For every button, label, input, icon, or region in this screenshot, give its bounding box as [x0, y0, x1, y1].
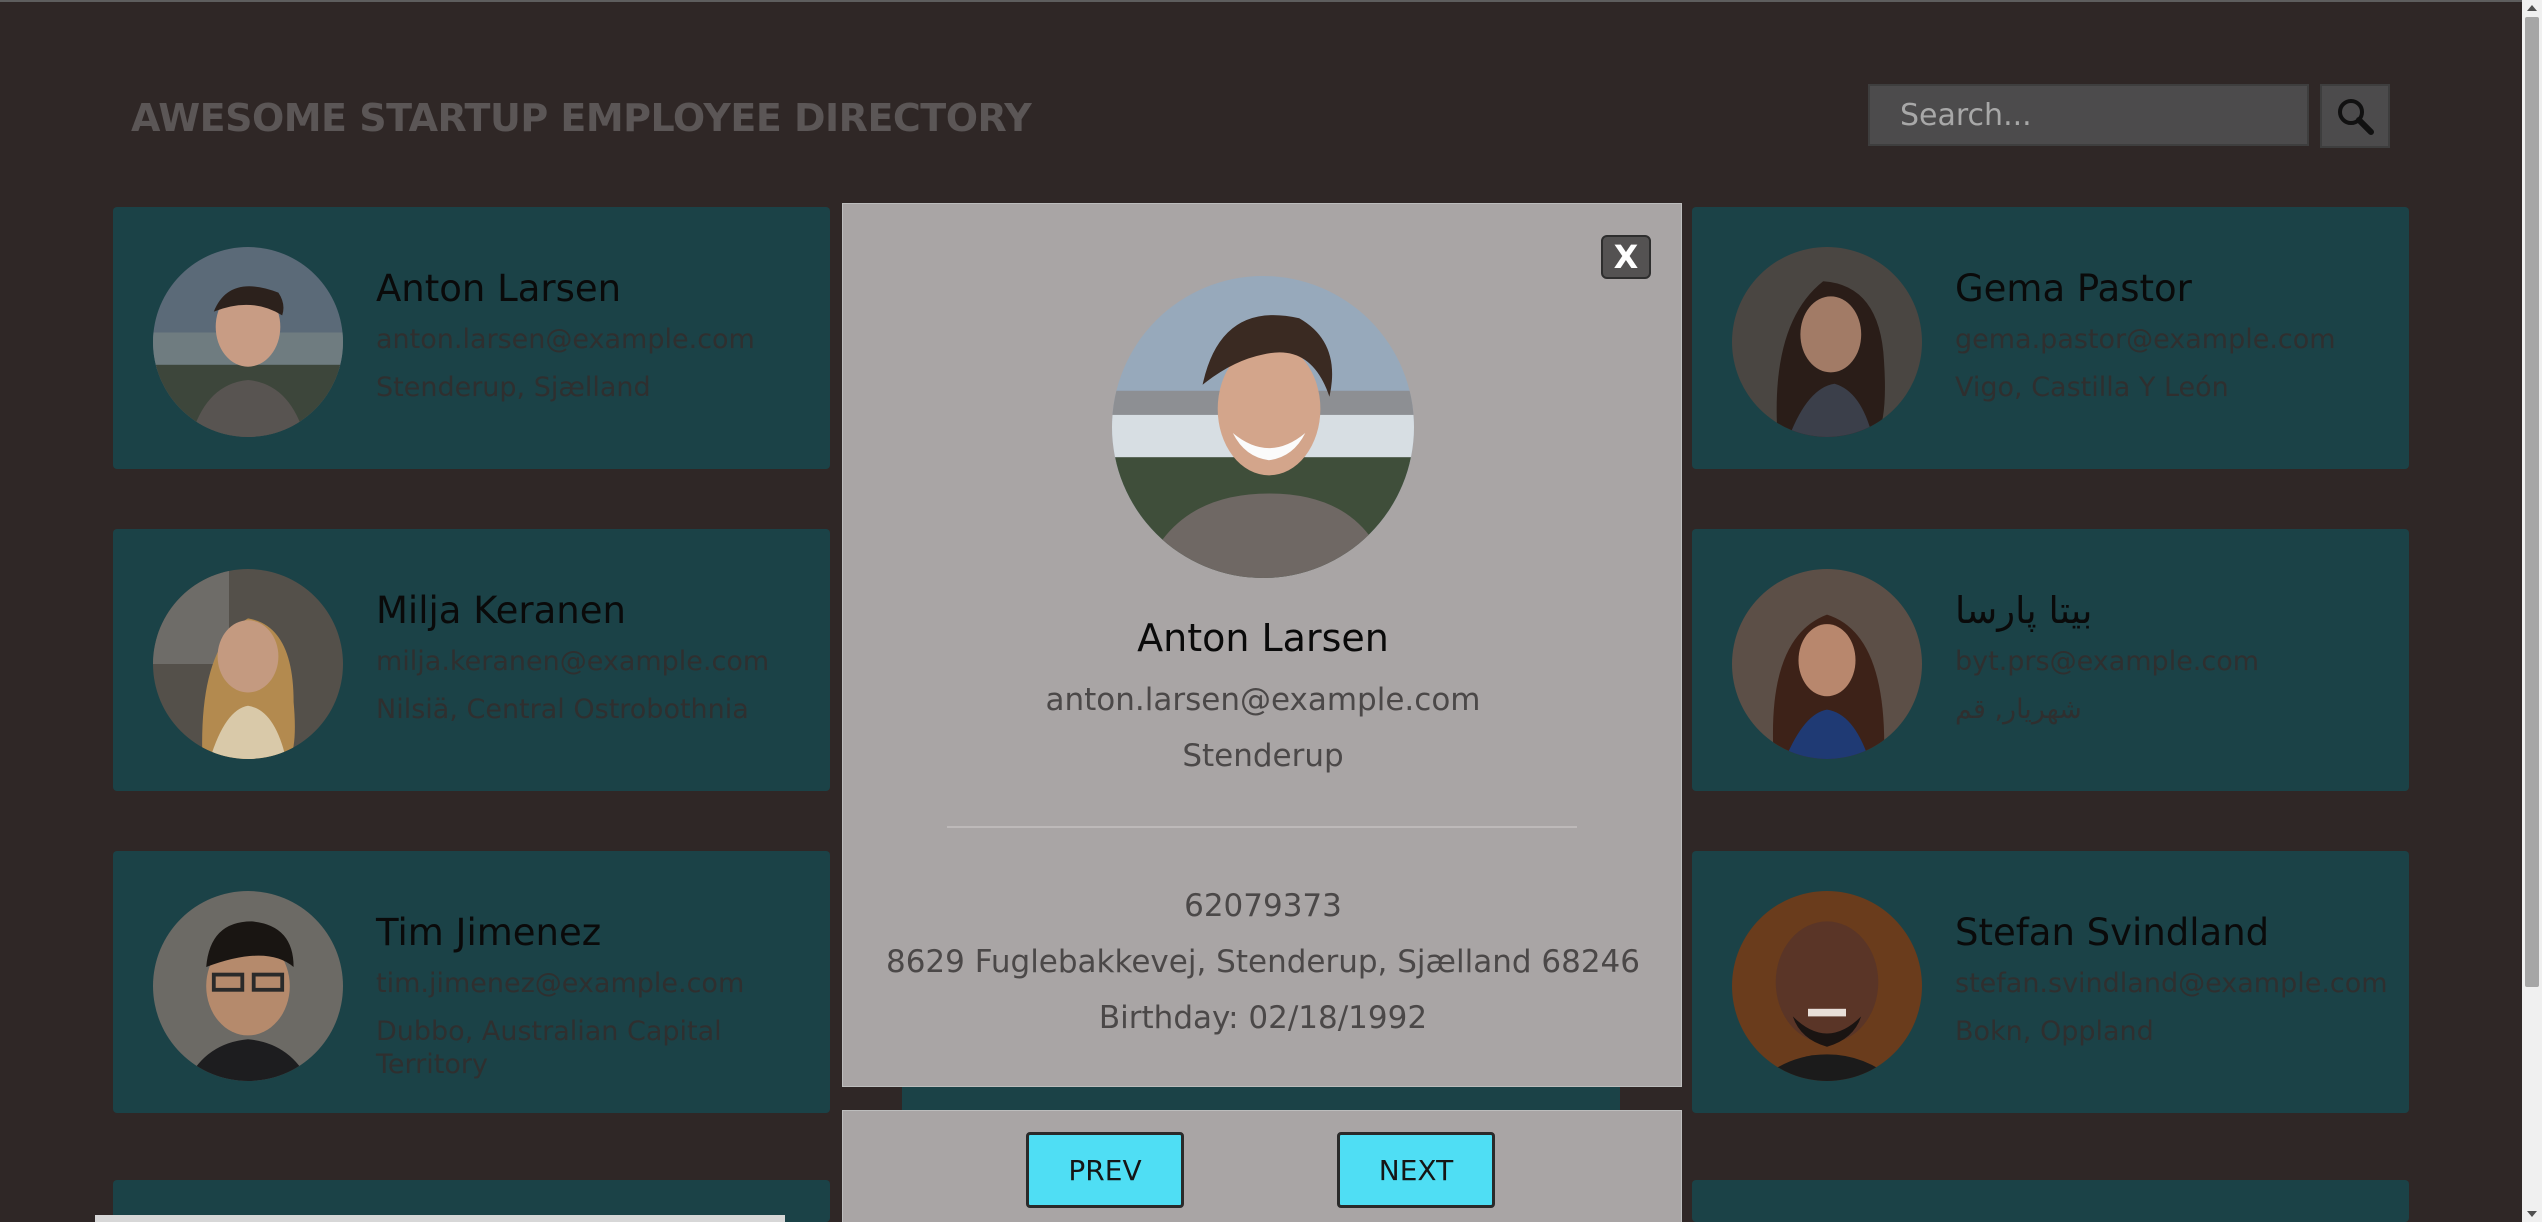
- employee-name: Gema Pastor: [1955, 267, 2192, 310]
- employee-card[interactable]: Stefan Svindland stefan.svindland@exampl…: [1692, 851, 2409, 1113]
- avatar: [1732, 569, 1922, 759]
- employee-email: anton.larsen@example.com: [376, 324, 755, 355]
- magnifier-icon: [2338, 99, 2374, 135]
- employee-name: Tim Jimenez: [376, 911, 602, 954]
- window-top-border: [0, 0, 2542, 2]
- avatar: [1732, 247, 1922, 437]
- employee-email: milja.keranen@example.com: [376, 646, 770, 677]
- modal-divider: [947, 826, 1577, 828]
- employee-email: tim.jimenez@example.com: [376, 968, 745, 999]
- employee-name: Stefan Svindland: [1955, 911, 2270, 954]
- employee-card[interactable]: Anton Larsen anton.larsen@example.com St…: [113, 207, 830, 469]
- employee-name: Milja Keranen: [376, 589, 626, 632]
- modal-avatar: [1112, 276, 1414, 578]
- employee-email: byt.prs@example.com: [1955, 646, 2260, 677]
- page-title: AWESOME STARTUP EMPLOYEE DIRECTORY: [131, 96, 1032, 140]
- employee-email: gema.pastor@example.com: [1955, 324, 2336, 355]
- employee-card[interactable]: Gema Pastor gema.pastor@example.com Vigo…: [1692, 207, 2409, 469]
- employee-card-partial[interactable]: [1692, 1180, 2409, 1222]
- employee-card[interactable]: Tim Jimenez tim.jimenez@example.com Dubb…: [113, 851, 830, 1113]
- avatar: [1732, 891, 1922, 1081]
- employee-location: Nilsiä, Central Ostrobothnia: [376, 694, 749, 725]
- modal-employee-birthday: Birthday: 02/18/1992: [1098, 1000, 1428, 1036]
- scroll-down-icon[interactable]: [2527, 1211, 2537, 1217]
- employee-card-partial: [902, 1087, 1620, 1110]
- modal-employee-phone: 62079373: [1184, 888, 1342, 924]
- employee-location: شهریار, قم: [1955, 694, 2082, 725]
- employee-location: Dubbo, Australian Capital Territory: [376, 1016, 722, 1080]
- modal-nav-bar: PREV NEXT: [842, 1110, 1682, 1222]
- close-button[interactable]: X: [1601, 235, 1651, 279]
- employee-name: بیتا پارسا: [1955, 589, 2093, 632]
- scroll-up-icon[interactable]: [2527, 5, 2537, 11]
- employee-email: stefan.svindland@example.com: [1955, 968, 2388, 999]
- search-input[interactable]: [1868, 84, 2309, 146]
- employee-location: Bokn, Oppland: [1955, 1016, 2154, 1047]
- search-button[interactable]: [2320, 84, 2390, 148]
- employee-card[interactable]: بیتا پارسا byt.prs@example.com شهریار, ق…: [1692, 529, 2409, 791]
- employee-card[interactable]: Milja Keranen milja.keranen@example.com …: [113, 529, 830, 791]
- modal-employee-name: Anton Larsen: [1137, 616, 1389, 660]
- scrollbar-thumb[interactable]: [2525, 17, 2539, 987]
- modal-employee-email: anton.larsen@example.com: [1045, 682, 1481, 718]
- avatar: [153, 569, 343, 759]
- employee-name: Anton Larsen: [376, 267, 622, 310]
- next-button[interactable]: NEXT: [1337, 1132, 1495, 1208]
- modal-employee-city: Stenderup: [1182, 738, 1344, 774]
- employee-modal: X Anton Larsen anton.larsen@example.com …: [842, 203, 1682, 1087]
- avatar: [153, 891, 343, 1081]
- avatar: [153, 247, 343, 437]
- employee-location: Stenderup, Sjælland: [376, 372, 651, 403]
- prev-button[interactable]: PREV: [1026, 1132, 1184, 1208]
- horizontal-scrollbar[interactable]: [95, 1215, 785, 1222]
- employee-location: Vigo, Castilla Y León: [1955, 372, 2229, 403]
- modal-employee-address: 8629 Fuglebakkevej, Stenderup, Sjælland …: [885, 944, 1640, 980]
- vertical-scrollbar[interactable]: [2522, 0, 2542, 1222]
